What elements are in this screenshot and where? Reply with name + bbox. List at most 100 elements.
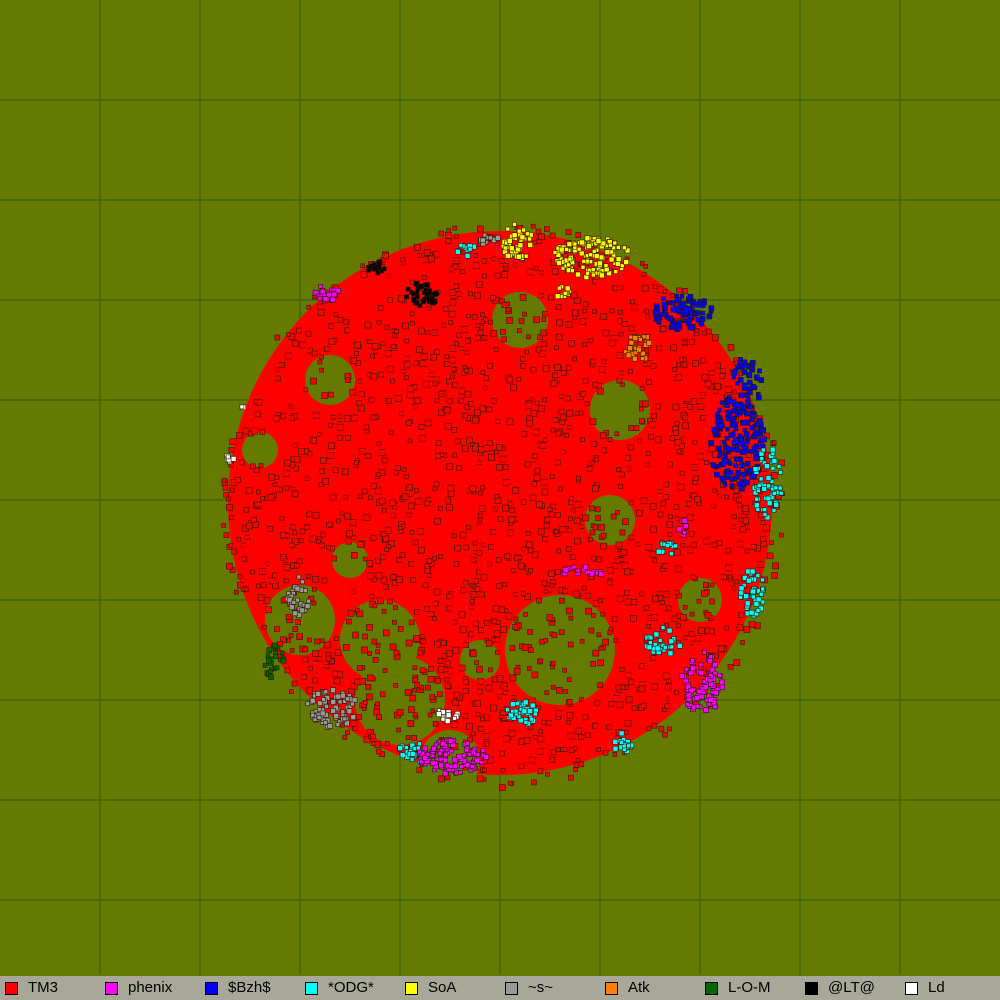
territory-tile (770, 465, 776, 471)
territory-tile (604, 249, 611, 255)
territory-tile (438, 230, 445, 237)
territory-tile (689, 338, 695, 345)
territory-tile (426, 558, 433, 564)
territory-tile (299, 607, 305, 614)
territory-tile (655, 403, 661, 410)
territory-tile (451, 721, 458, 729)
territory-tile (391, 513, 396, 518)
legend-swatch (605, 981, 618, 995)
territory-tile (619, 556, 625, 562)
territory-tile (691, 704, 697, 710)
territory-tile (570, 507, 576, 513)
territory-tile (725, 564, 732, 572)
territory-tile (766, 552, 774, 560)
territory-tile (578, 761, 585, 768)
territory-tile (523, 719, 529, 725)
territory-tile (531, 697, 537, 703)
territory-tile (630, 615, 637, 622)
territory-tile (622, 518, 629, 526)
territory-tile (306, 511, 312, 518)
territory-tile (624, 598, 632, 606)
territory-tile (619, 471, 625, 478)
territory-tile (688, 324, 695, 331)
territory-tile (572, 315, 578, 321)
territory-tile (490, 397, 497, 404)
territory-tile (570, 291, 578, 299)
territory-tile (657, 638, 663, 643)
territory-tile (466, 722, 473, 730)
territory-tile (412, 677, 418, 684)
territory-tile (366, 339, 372, 344)
territory-tile (473, 757, 480, 764)
territory-tile (624, 720, 632, 727)
territory-tile (319, 638, 325, 644)
territory-tile (469, 764, 475, 770)
territory-tile (727, 414, 733, 420)
territory-tile (479, 312, 485, 318)
territory-tile (685, 692, 692, 699)
territory-tile (369, 594, 375, 600)
territory-tile (601, 447, 607, 454)
territory-tile (752, 466, 759, 473)
territory-tile (635, 541, 641, 547)
territory-tile (602, 749, 609, 756)
territory-tile (565, 545, 572, 552)
territory-tile (509, 507, 516, 513)
territory-tile (717, 672, 722, 678)
territory-tile (422, 290, 427, 295)
territory-tile (449, 748, 454, 754)
territory-tile (331, 291, 338, 298)
territory-tile (251, 516, 257, 523)
territory-tile (312, 294, 317, 300)
territory-tile (649, 550, 657, 558)
territory-tile (318, 284, 323, 289)
territory-tile (245, 487, 253, 495)
territory-tile (749, 568, 756, 575)
territory-tile (631, 303, 639, 311)
territory-tile (578, 734, 584, 740)
territory-tile (738, 612, 745, 618)
territory-tile (240, 586, 246, 592)
territory-tile (572, 356, 577, 362)
territory-tile (525, 541, 533, 548)
territory-tile (580, 437, 585, 442)
territory-tile (597, 682, 604, 689)
territory-tile (469, 485, 477, 493)
territory-tile (680, 309, 687, 316)
territory-tile (579, 524, 585, 530)
territory-tile (350, 719, 358, 727)
territory-tile (262, 663, 268, 668)
territory-tile (646, 339, 653, 346)
territory-tile (645, 314, 651, 320)
territory-tile (417, 546, 425, 554)
territory-tile (468, 631, 474, 638)
territory-tile (559, 597, 565, 604)
territory-tile (697, 453, 704, 461)
territory-tile (459, 531, 467, 539)
territory-tile (245, 522, 253, 530)
territory-tile (541, 478, 548, 486)
territory-tile (480, 485, 486, 490)
territory-tile (520, 499, 527, 505)
territory-tile (584, 235, 591, 242)
territory-tile (477, 726, 484, 732)
territory-tile (533, 474, 541, 481)
territory-tile (682, 318, 688, 323)
territory-tile (325, 655, 332, 662)
territory-tile (437, 751, 443, 756)
territory-tile (573, 537, 581, 545)
territory-tile (584, 592, 591, 599)
territory-tile (724, 494, 729, 500)
territory-tile (416, 745, 421, 751)
territory-tile (459, 626, 467, 634)
territory-tile (555, 333, 563, 341)
territory-tile (494, 272, 501, 279)
territory-tile (758, 476, 764, 482)
territory-tile (357, 404, 365, 412)
territory-tile (575, 500, 582, 508)
territory-tile (404, 338, 410, 344)
territory-tile (312, 677, 318, 684)
territory-tile (719, 475, 726, 482)
legend-label: L-O-M (728, 979, 771, 996)
territory-tile (567, 732, 575, 740)
